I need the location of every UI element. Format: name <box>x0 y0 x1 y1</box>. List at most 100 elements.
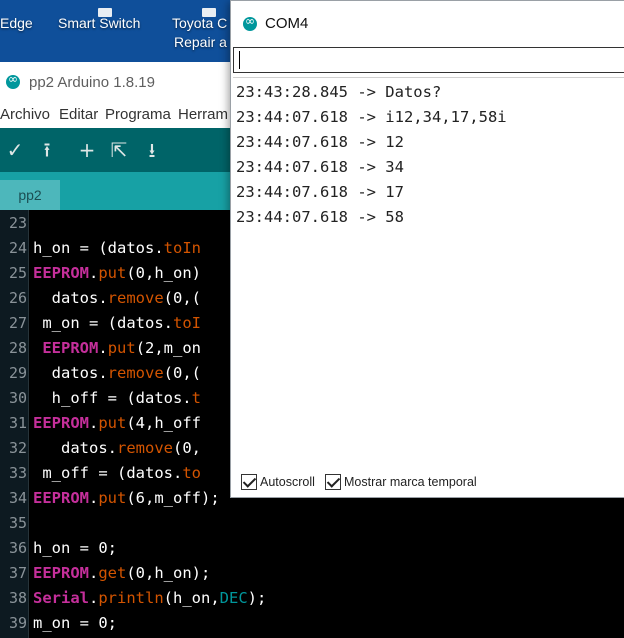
code-token: put <box>98 264 127 282</box>
code-token: DEC <box>219 589 248 607</box>
line-number: 34 <box>8 489 27 507</box>
code-line: Serial.println(h_on,DEC); <box>33 586 266 611</box>
serial-title-bar[interactable]: COM4 <box>231 1 624 45</box>
code-line: EEPROM.put(4,h_off <box>33 411 201 436</box>
code-line: m_on = (datos.toI <box>33 311 201 336</box>
arduino-logo-icon <box>243 14 257 31</box>
line-number: 27 <box>8 314 27 332</box>
line-number: 24 <box>8 239 27 257</box>
code-token: h_on = 0; <box>33 539 117 557</box>
code-token: ); <box>247 589 267 607</box>
line-number: 35 <box>8 514 27 532</box>
save-sketch-icon[interactable]: ⭳ <box>137 135 167 165</box>
code-line: EEPROM.put(6,m_off); <box>33 486 220 511</box>
code-token: (2,m_on <box>135 339 202 357</box>
code-token: m_on = (datos. <box>33 314 173 332</box>
code-token: EEPROM <box>33 264 89 282</box>
line-number: 30 <box>8 389 27 407</box>
code-token: put <box>98 414 127 432</box>
tab-pp2[interactable]: pp2 <box>0 180 60 210</box>
serial-send-input[interactable] <box>233 47 624 73</box>
serial-output-line: 23:44:07.618 -> i12,34,17,58i <box>236 108 507 126</box>
code-line: datos.remove(0,( <box>33 361 201 386</box>
code-token: m_on = 0; <box>33 614 117 632</box>
code-token: EEPROM <box>42 339 99 357</box>
text-caret <box>239 51 240 69</box>
code-token: put <box>98 489 127 507</box>
line-number: 32 <box>8 439 27 457</box>
code-line: datos.remove(0,( <box>33 286 201 311</box>
upload-arrow-icon[interactable]: ⭱ <box>32 135 62 165</box>
ide-window-title: pp2 Arduino 1.8.19 <box>29 74 155 91</box>
menu-archivo[interactable]: Archivo <box>0 106 50 123</box>
desktop-icon-label: Smart Switch <box>58 15 141 31</box>
code-line: h_on = (datos.toIn <box>33 236 201 261</box>
line-number-gutter: 23 24 25 26 27 28 29 30 31 32 33 34 35 36 37 38 39 <box>0 210 29 638</box>
code-line: EEPROM.put(2,m_on <box>33 336 201 361</box>
autoscroll-label: Autoscroll <box>260 475 315 489</box>
code-token: EEPROM <box>33 489 89 507</box>
code-token: EEPROM <box>33 414 89 432</box>
code-token: put <box>107 339 136 357</box>
line-number: 39 <box>8 614 27 632</box>
code-token: (4,h_off <box>126 414 201 432</box>
new-sketch-icon[interactable]: + <box>72 135 102 165</box>
serial-output-line: 23:44:07.618 -> 17 <box>236 183 404 201</box>
serial-footer: Autoscroll Mostrar marca temporal <box>231 467 624 497</box>
timestamp-checkbox[interactable] <box>325 474 341 490</box>
app-icon <box>202 8 216 17</box>
serial-window-title: COM4 <box>265 15 309 32</box>
code-token: remove <box>107 289 164 307</box>
desktop-icon-smart-switch[interactable]: Smart Switch <box>58 8 141 33</box>
serial-output-line: 23:43:28.845 -> Datos? <box>236 83 442 101</box>
menu-herramientas[interactable]: Herram <box>178 106 228 123</box>
desktop-icon-edge[interactable]: Edge <box>0 14 33 33</box>
desktop-icon-label-line2: Repair a <box>174 34 227 50</box>
code-token: (0,( <box>163 364 201 382</box>
code-token: . <box>89 414 99 432</box>
code-line: m_on = 0; <box>33 611 117 636</box>
open-sketch-icon[interactable]: ⇱ <box>104 135 134 165</box>
menu-programa[interactable]: Programa <box>105 106 171 123</box>
desktop-icon-toyota[interactable]: Toyota C Repair a <box>172 8 232 52</box>
line-number: 29 <box>8 364 27 382</box>
line-number: 33 <box>8 464 27 482</box>
code-token: datos. <box>33 439 117 457</box>
code-token: println <box>98 589 164 607</box>
code-token: t <box>191 389 201 407</box>
code-token: toIn <box>163 239 201 257</box>
code-token: h_off = (datos. <box>33 389 192 407</box>
serial-output-line: 23:44:07.618 -> 58 <box>236 208 404 226</box>
code-token: datos. <box>33 289 108 307</box>
autoscroll-checkbox[interactable] <box>241 474 257 490</box>
timestamp-label: Mostrar marca temporal <box>344 475 477 489</box>
code-token: . <box>89 564 99 582</box>
serial-output-area[interactable]: 23:43:28.845 -> Datos? 23:44:07.618 -> i1… <box>233 77 624 461</box>
line-number: 26 <box>8 289 27 307</box>
code-token: (0,( <box>163 289 201 307</box>
code-token: toI <box>172 314 201 332</box>
code-line: datos.remove(0, <box>33 436 201 461</box>
code-token: (h_on, <box>163 589 220 607</box>
verify-check-icon[interactable]: ✓ <box>0 135 30 165</box>
line-number: 31 <box>8 414 27 432</box>
code-line: EEPROM.get(0,h_on); <box>33 561 210 586</box>
code-token: (0,h_on); <box>126 564 211 582</box>
code-token: remove <box>117 439 173 457</box>
code-token: h_on = (datos. <box>33 239 164 257</box>
code-token: remove <box>107 364 164 382</box>
code-token: . <box>89 489 99 507</box>
code-line: EEPROM.put(0,h_on) <box>33 261 201 286</box>
menu-editar[interactable]: Editar <box>59 106 98 123</box>
serial-output-line: 23:44:07.618 -> 34 <box>236 158 404 176</box>
serial-output-line: 23:44:07.618 -> 12 <box>236 133 404 151</box>
code-token: get <box>98 564 127 582</box>
line-number: 28 <box>8 339 27 357</box>
code-token: m_off = (datos. <box>33 464 183 482</box>
code-token: . <box>89 589 99 607</box>
arduino-logo-icon <box>6 72 20 89</box>
desktop-icon-label: Edge <box>0 15 33 31</box>
code-token: EEPROM <box>33 564 89 582</box>
code-token: (0, <box>173 439 201 457</box>
